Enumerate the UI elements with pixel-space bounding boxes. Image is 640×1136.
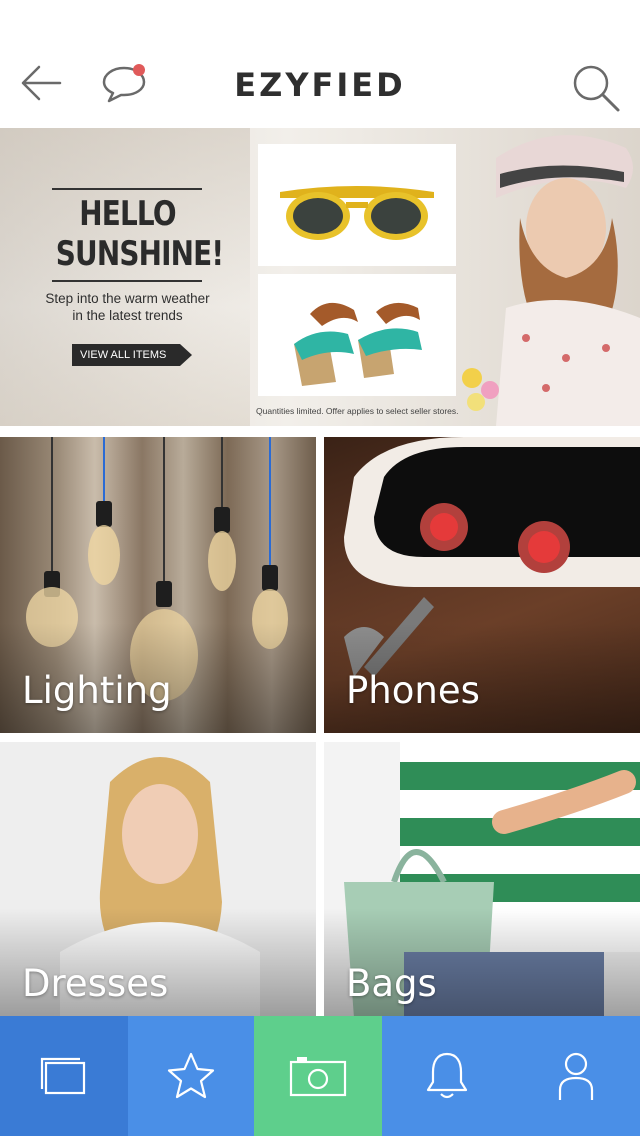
headline-line-1: HELLO bbox=[79, 194, 176, 234]
sunglasses-image bbox=[280, 186, 434, 240]
subtitle-line-1: Step into the warm weather bbox=[45, 291, 210, 306]
nav-favorites-button[interactable] bbox=[128, 1016, 254, 1136]
category-label-bags: Bags bbox=[346, 962, 437, 1005]
banner-subtitle: Step into the warm weather in the latest… bbox=[30, 290, 225, 324]
sandals-image bbox=[294, 302, 422, 386]
banner-background bbox=[0, 128, 250, 426]
nav-notifications-button[interactable] bbox=[382, 1016, 512, 1136]
user-icon bbox=[558, 1052, 594, 1100]
nav-feed-button[interactable] bbox=[0, 1016, 128, 1136]
star-icon bbox=[167, 1052, 215, 1099]
promo-banner[interactable]: HELLO SUNSHINE! Step into the warm weath… bbox=[0, 128, 640, 426]
category-tile-phones[interactable]: Phones bbox=[324, 437, 640, 733]
category-label-phones: Phones bbox=[346, 669, 480, 712]
banner-headline: HELLO SUNSHINE! bbox=[55, 194, 224, 274]
banner-model-image bbox=[462, 135, 640, 426]
app-header: EZYFIED bbox=[0, 0, 640, 128]
bottom-navigation bbox=[0, 1016, 640, 1136]
category-label-dresses: Dresses bbox=[22, 962, 169, 1005]
view-all-items-button[interactable]: VIEW ALL ITEMS bbox=[72, 344, 192, 366]
banner-fine-print: Quantities limited. Offer applies to sel… bbox=[256, 406, 459, 416]
sandals-card[interactable] bbox=[258, 274, 456, 396]
feed-icon bbox=[40, 1057, 86, 1095]
category-tile-lighting[interactable]: Lighting bbox=[0, 437, 316, 733]
subtitle-line-2: in the latest trends bbox=[72, 308, 183, 323]
banner-rule-top bbox=[52, 188, 202, 190]
headline-line-2: SUNSHINE! bbox=[55, 234, 224, 274]
bell-icon bbox=[426, 1052, 468, 1099]
brand-title: EZYFIED bbox=[234, 66, 406, 104]
camera-icon bbox=[289, 1057, 347, 1097]
sunglasses-card[interactable] bbox=[258, 144, 456, 266]
category-label-lighting: Lighting bbox=[22, 669, 172, 712]
nav-profile-button[interactable] bbox=[512, 1016, 640, 1136]
nav-camera-button[interactable] bbox=[254, 1016, 382, 1136]
category-tile-bags[interactable]: Bags bbox=[324, 742, 640, 1018]
banner-rule-bottom bbox=[52, 280, 202, 282]
category-tile-dresses[interactable]: Dresses bbox=[0, 742, 316, 1018]
search-icon[interactable] bbox=[570, 62, 622, 114]
